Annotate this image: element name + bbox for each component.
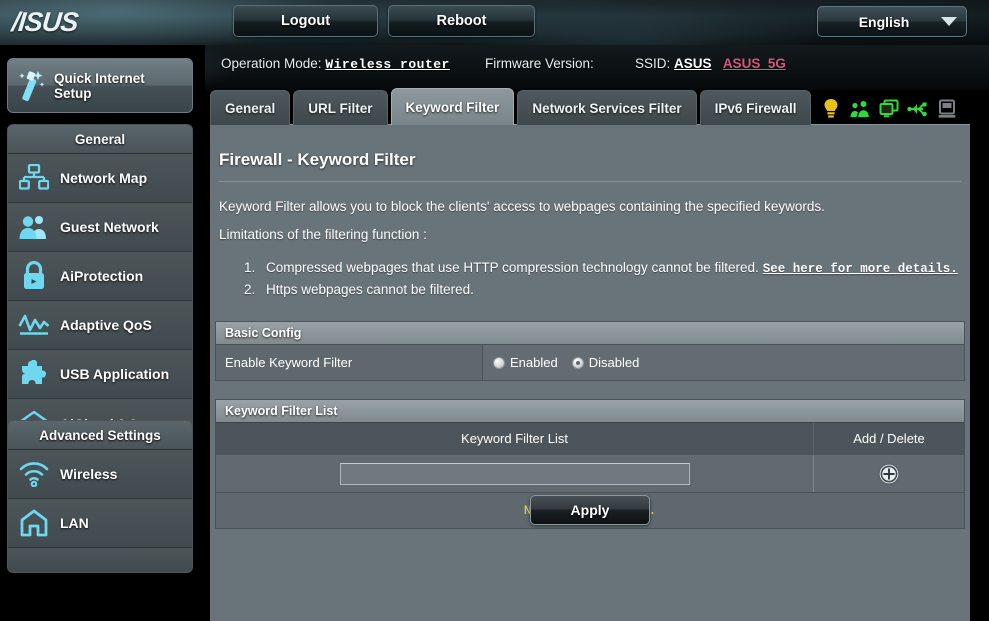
- operation-mode-label: Operation Mode:: [221, 56, 322, 71]
- enable-keyword-filter-label: Enable Keyword Filter: [216, 345, 483, 380]
- sidebar-item-guest-network[interactable]: Guest Network: [8, 203, 192, 252]
- content-panel: Firewall - Keyword Filter Keyword Filter…: [210, 124, 970, 621]
- puzzle-piece-icon: [8, 350, 60, 399]
- radio-disabled-label: Disabled: [588, 355, 640, 370]
- guest-network-icon: [8, 203, 60, 252]
- sidebar-item-usb-application[interactable]: USB Application: [8, 350, 192, 399]
- more-details-link[interactable]: See here for more details.: [763, 262, 958, 276]
- sidebar-group-advanced-title: Advanced Settings: [8, 421, 192, 450]
- sidebar-item-adaptive-qos[interactable]: Adaptive QoS: [8, 301, 192, 350]
- basic-config-section: Basic Config Enable Keyword Filter Enabl…: [215, 321, 965, 381]
- plus-circle-icon[interactable]: [877, 462, 901, 486]
- apply-button[interactable]: Apply: [530, 495, 650, 525]
- sidebar-item-guest-network-label: Guest Network: [60, 219, 159, 235]
- list-item: 2. Https webpages cannot be filtered.: [244, 282, 964, 297]
- radio-disabled-indicator[interactable]: [571, 356, 584, 369]
- ssid-link-5ghz[interactable]: ASUS_5G: [723, 56, 786, 71]
- table-header-row: Keyword Filter List Add / Delete: [216, 422, 964, 454]
- lock-shield-icon: [8, 252, 60, 301]
- tab-keyword-filter[interactable]: Keyword Filter: [390, 88, 515, 125]
- radio-enabled-indicator[interactable]: [493, 356, 505, 369]
- sidebar-group-general: General Network Map Guest Network AiProt…: [7, 124, 193, 449]
- operation-mode-link[interactable]: Wireless router: [325, 57, 450, 72]
- ssid-label: SSID:: [635, 56, 671, 71]
- sidebar-item-aiprotection-label: AiProtection: [60, 268, 144, 284]
- network-map-icon: [8, 154, 60, 203]
- sidebar-item-partial[interactable]: [8, 548, 192, 572]
- warning-bulb-icon[interactable]: [820, 97, 842, 121]
- language-label: English: [858, 13, 910, 30]
- sidebar: Quick Internet Setup General Network Map: [0, 45, 205, 621]
- radio-enabled[interactable]: Enabled: [493, 355, 558, 370]
- keyword-filter-list-title: Keyword Filter List: [216, 400, 964, 422]
- tab-network-services-filter[interactable]: Network Services Filter: [517, 90, 697, 125]
- tab-url-filter[interactable]: URL Filter: [293, 90, 388, 125]
- chevron-down-icon: [940, 17, 966, 26]
- sidebar-group-general-title: General: [8, 125, 192, 154]
- list-item-text: Compressed webpages that use HTTP compre…: [266, 260, 759, 275]
- operation-mode: Operation Mode: Wireless router: [221, 56, 450, 72]
- list-item-text: Https webpages cannot be filtered.: [266, 282, 474, 297]
- magic-wand-icon: [8, 69, 54, 103]
- keyword-input[interactable]: [339, 462, 690, 485]
- router-admin-page: /ISUS Logout Reboot English Operation Mo…: [0, 0, 989, 621]
- asus-logo: /ISUS: [10, 6, 80, 37]
- wifi-icon: [8, 450, 60, 499]
- list-item-number: 1.: [244, 260, 256, 275]
- quick-internet-setup-label: Quick Internet Setup: [54, 70, 145, 101]
- status-icon-tray: [820, 95, 965, 123]
- keyword-input-cell: [216, 455, 814, 492]
- column-header-add-delete: Add / Delete: [853, 431, 925, 446]
- list-item: 1. Compressed webpages that use HTTP comp…: [244, 260, 964, 276]
- ssid-link-24ghz[interactable]: ASUS: [674, 56, 712, 71]
- top-banner: /ISUS Logout Reboot English: [0, 0, 989, 45]
- clients-people-icon[interactable]: [849, 97, 871, 121]
- reboot-button[interactable]: Reboot: [388, 5, 535, 37]
- sidebar-group-advanced: Advanced Settings Wireless LAN: [7, 420, 193, 573]
- radio-enabled-label: Enabled: [510, 355, 558, 370]
- tab-general[interactable]: General: [210, 90, 291, 125]
- sidebar-item-wireless[interactable]: Wireless: [8, 450, 192, 499]
- table-row: [216, 454, 964, 492]
- usb-icon[interactable]: [907, 97, 929, 121]
- logout-button[interactable]: Logout: [233, 5, 378, 37]
- firmware-version: Firmware Version:: [485, 56, 594, 72]
- sidebar-item-lan[interactable]: LAN: [8, 499, 192, 548]
- firmware-version-label: Firmware Version:: [485, 56, 594, 71]
- sidebar-item-lan-label: LAN: [60, 515, 89, 531]
- monitor-screens-icon[interactable]: [878, 97, 900, 121]
- radio-disabled[interactable]: Disabled: [571, 355, 640, 370]
- title-divider: [219, 181, 961, 182]
- quick-internet-setup-button[interactable]: Quick Internet Setup: [7, 58, 193, 113]
- page-title: Firewall - Keyword Filter: [219, 150, 416, 169]
- sidebar-item-network-map[interactable]: Network Map: [8, 154, 192, 203]
- sidebar-item-network-map-label: Network Map: [60, 170, 148, 186]
- sidebar-item-wireless-label: Wireless: [60, 466, 118, 482]
- limitations-heading: Limitations of the filtering function :: [219, 227, 427, 242]
- qos-chart-icon: [8, 301, 60, 350]
- house-icon: [8, 499, 60, 548]
- enable-keyword-filter-row: Enable Keyword Filter Enabled Disabled: [216, 344, 964, 380]
- sidebar-item-aiprotection[interactable]: AiProtection: [8, 252, 192, 301]
- enable-keyword-filter-options: Enabled Disabled: [483, 345, 964, 380]
- column-header-keyword: Keyword Filter List: [216, 423, 814, 454]
- ssid-info: SSID: ASUS ASUS_5G: [635, 56, 786, 71]
- language-selector[interactable]: English: [817, 6, 967, 37]
- tab-ipv6-firewall[interactable]: IPv6 Firewall: [699, 90, 812, 125]
- page-description: Keyword Filter allows you to block the c…: [219, 199, 825, 214]
- sidebar-item-usb-application-label: USB Application: [60, 366, 170, 382]
- add-delete-cell: [814, 455, 964, 492]
- printer-icon[interactable]: [936, 97, 958, 121]
- sidebar-item-adaptive-qos-label: Adaptive QoS: [60, 317, 152, 333]
- tab-bar: General URL Filter Keyword Filter Networ…: [210, 88, 814, 125]
- list-item-number: 2.: [244, 282, 256, 297]
- basic-config-title: Basic Config: [216, 322, 964, 344]
- limitations-list: 1. Compressed webpages that use HTTP comp…: [244, 260, 964, 303]
